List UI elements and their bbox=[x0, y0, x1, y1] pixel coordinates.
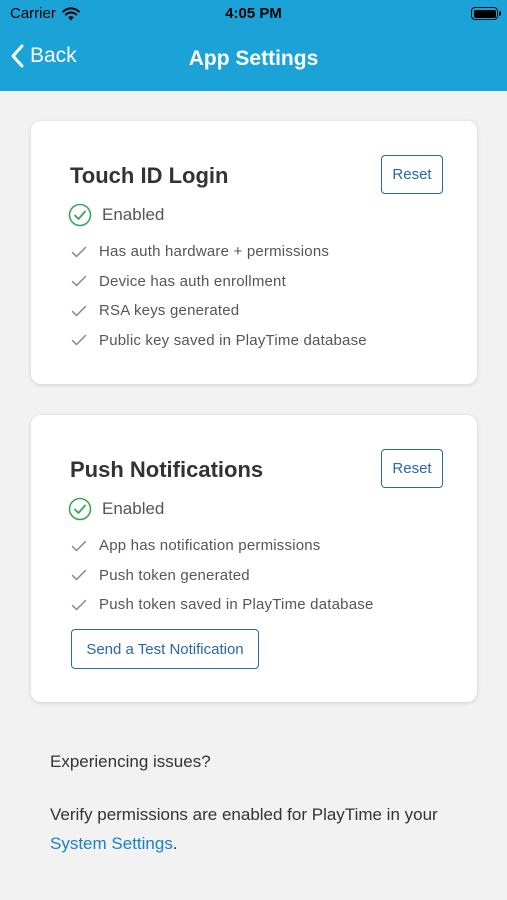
check-item-label: App has notification permissions bbox=[99, 537, 321, 555]
checkmark-icon bbox=[71, 540, 87, 552]
checkmark-icon bbox=[71, 570, 87, 581]
check-item: Has auth hardware + permissions bbox=[71, 237, 367, 267]
check-item-label: Device has auth enrollment bbox=[99, 272, 286, 290]
clock: 4:05 PM bbox=[225, 5, 282, 22]
check-item: RSA keys generated bbox=[71, 296, 367, 326]
nav-bar: Back App Settings bbox=[0, 40, 507, 80]
battery-icon bbox=[471, 7, 501, 20]
app-header: Carrier 4:05 PM Back App Settings bbox=[0, 0, 507, 91]
check-item-label: Push token saved in PlayTime database bbox=[99, 596, 374, 614]
check-circle-icon bbox=[68, 203, 92, 227]
check-item: Push token saved in PlayTime database bbox=[71, 590, 374, 620]
page-title: App Settings bbox=[188, 47, 319, 70]
touch-id-card: Touch ID Login Reset Enabled Has auth ha… bbox=[31, 121, 477, 384]
system-settings-link[interactable]: System Settings bbox=[50, 834, 173, 853]
push-notifications-card: Push Notifications Reset Enabled App has… bbox=[31, 415, 477, 702]
checkmark-icon bbox=[71, 599, 87, 611]
check-item-label: Push token generated bbox=[99, 566, 250, 584]
touch-id-reset-button[interactable]: Reset bbox=[381, 155, 443, 194]
push-status-label: Enabled bbox=[102, 499, 165, 518]
check-item-label: RSA keys generated bbox=[99, 302, 240, 320]
touch-id-status-label: Enabled bbox=[102, 205, 165, 224]
touch-id-check-list: Has auth hardware + permissions Device h… bbox=[71, 237, 367, 355]
checkmark-icon bbox=[71, 335, 87, 346]
checkmark-icon bbox=[71, 276, 87, 287]
issues-description: Verify permissions are enabled for PlayT… bbox=[50, 800, 470, 858]
touch-id-status: Enabled bbox=[68, 203, 164, 227]
check-circle-icon bbox=[68, 497, 92, 521]
description-text: Verify permissions are enabled for PlayT… bbox=[50, 805, 438, 824]
check-item: Push token generated bbox=[71, 561, 374, 591]
checkmark-icon bbox=[71, 305, 87, 317]
push-title: Push Notifications bbox=[70, 457, 264, 482]
push-reset-button[interactable]: Reset bbox=[381, 449, 443, 488]
status-bar: Carrier 4:05 PM bbox=[0, 0, 507, 28]
description-period: . bbox=[172, 834, 178, 853]
touch-id-title: Touch ID Login bbox=[70, 163, 229, 188]
check-item: Public key saved in PlayTime database bbox=[71, 326, 367, 356]
push-status: Enabled bbox=[68, 497, 164, 521]
check-item-label: Has auth hardware + permissions bbox=[99, 243, 330, 261]
check-item: Device has auth enrollment bbox=[71, 267, 367, 297]
checkmark-icon bbox=[71, 246, 87, 258]
send-test-notification-button[interactable]: Send a Test Notification bbox=[71, 629, 259, 669]
check-item: App has notification permissions bbox=[71, 531, 374, 561]
help-footer: Experiencing issues? Verify permissions … bbox=[50, 751, 470, 858]
issues-question: Experiencing issues? bbox=[50, 752, 211, 771]
check-item-label: Public key saved in PlayTime database bbox=[99, 331, 367, 349]
push-check-list: App has notification permissions Push to… bbox=[71, 531, 374, 620]
